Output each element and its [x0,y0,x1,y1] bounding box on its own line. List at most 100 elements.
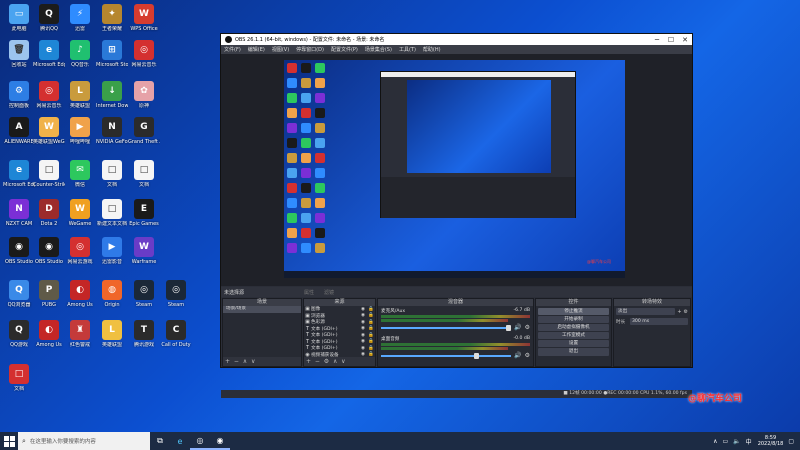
stop-streaming-button[interactable]: 停止推流 [538,307,609,316]
desktop-icon[interactable]: ♜ 红色警戒 [64,320,96,348]
taskbar-search[interactable]: ⌕ 在这里输入你要搜索的内容 [18,432,150,450]
desktop-icon[interactable]: ↓ Internet Downloader [96,81,128,109]
desktop-icon[interactable]: P PUBG [33,280,65,308]
start-button[interactable] [0,432,18,450]
desktop-icon[interactable]: L 英雄联盟 [64,81,96,109]
obs-taskbar-icon[interactable]: ◉ [210,432,230,450]
source-down-icon[interactable]: ∨ [341,358,345,365]
desktop-icon[interactable]: ✉ 微信 [64,160,96,188]
lock-icon[interactable]: 🔒 [367,320,375,325]
menu-edit[interactable]: 编辑(E) [248,46,265,53]
maximize-icon[interactable]: ☐ [664,36,678,44]
mic-settings-icon[interactable]: ⚙ [525,324,530,331]
desktop-icon[interactable]: W WeGame [64,199,96,227]
steam-taskbar-icon[interactable]: ◎ [190,432,210,450]
desktop-icon[interactable]: □ 新建文本文档 [96,199,128,227]
close-icon[interactable]: ✕ [678,36,692,44]
desktop-icon[interactable]: ✿ 原神 [128,81,160,109]
menu-file[interactable]: 文件(F) [224,46,241,53]
source-item[interactable]: T 文本 (GDI+) ◉ 🔒 [304,326,375,333]
desktop-icon[interactable]: Q QQ游戏 [3,320,35,348]
preview-area[interactable]: @聊汽车公司 [221,54,692,286]
start-recording-button[interactable]: 开始录制 [538,315,609,324]
transition-settings-icon[interactable]: ⚙ [684,309,688,315]
add-source-icon[interactable]: + [306,358,311,365]
transition-add-icon[interactable]: + [677,309,681,315]
ime-icon[interactable]: 中 [746,437,752,446]
desktop-icon[interactable]: N NVIDIA GeForce [96,117,128,145]
remove-source-icon[interactable]: − [315,358,320,365]
desktop-icon[interactable]: ◎ Steam [128,280,160,308]
add-scene-icon[interactable]: + [225,358,230,365]
desktop-icon[interactable]: ◉ OBS Studio [33,237,65,265]
source-item[interactable]: ▣ 浏览器 ◉ 🔒 [304,313,375,320]
desktop-icon[interactable]: ⚡ 迅雷 [64,4,96,32]
remove-scene-icon[interactable]: − [234,358,239,365]
desktop-icon[interactable]: □ 文档 [3,364,35,392]
desktop-icon[interactable]: ◐ Among Us [33,320,65,348]
notification-icon[interactable]: ▢ [788,438,794,445]
desktop-icon[interactable]: □ Counter-Strike [33,160,65,188]
visibility-icon[interactable]: ◉ [359,333,367,338]
move-down-icon[interactable]: ∨ [251,358,255,365]
desktop-icon[interactable]: D Dota 2 [33,199,65,227]
mic-mute-icon[interactable]: 🔊 [514,324,521,331]
desktop-icon[interactable]: ▶ 哔哩哔哩 [64,117,96,145]
menu-docks[interactable]: 停靠窗口(D) [296,46,324,53]
desktop-icon[interactable]: ⚙ 控制面板 [3,81,35,109]
visibility-icon[interactable]: ◉ [359,339,367,344]
desktop-icon[interactable]: ◎ 网易云音乐 [33,81,65,109]
network-icon[interactable]: ▭ [723,438,729,445]
desktop-icon[interactable]: T 腾讯游戏 [128,320,160,348]
desktop-icon[interactable]: N NZXT CAM [3,199,35,227]
exit-button[interactable]: 退出 [538,348,609,356]
task-view-icon[interactable]: ⧉ [150,432,170,450]
desktop-icon[interactable]: ▭ 此电脑 [3,4,35,32]
desktop-volume-knob[interactable] [473,352,479,359]
minimize-icon[interactable]: ─ [650,36,664,44]
visibility-icon[interactable]: ◉ [359,307,367,312]
mic-volume-slider[interactable] [381,324,512,331]
desktop-volume-slider[interactable] [381,352,512,359]
visibility-icon[interactable]: ◉ [359,346,367,351]
source-item[interactable]: T 文本 (GDI+) ◉ 🔒 [304,345,375,352]
preview-canvas[interactable]: @聊汽车公司 [284,60,625,278]
desktop-icon[interactable]: Q 腾讯QQ [33,4,65,32]
lock-icon[interactable]: 🔒 [367,333,375,338]
desktop-icon[interactable]: □ 文档 [128,160,160,188]
mic-volume-knob[interactable] [506,324,512,331]
lock-icon[interactable]: 🔒 [367,307,375,312]
move-up-icon[interactable]: ∧ [243,358,247,365]
desktop-icon[interactable]: W 英雄联盟WeGame [33,117,65,145]
source-item[interactable]: T 文本 (GDI+) ◉ 🔒 [304,339,375,346]
desktop-icon[interactable]: C Call of Duty [160,320,192,348]
menu-scene-collection[interactable]: 场景集合(S) [365,46,392,53]
transition-select[interactable]: 淡出 [616,308,676,315]
desktop-icon[interactable]: Q QQ浏览器 [3,280,35,308]
desktop-icon[interactable]: ◎ Steam [160,280,192,308]
lock-icon[interactable]: 🔒 [367,326,375,331]
menu-profile[interactable]: 配置文件(P) [331,46,358,53]
lock-icon[interactable]: 🔒 [367,346,375,351]
desktop-settings-icon[interactable]: ⚙ [525,352,530,359]
scene-item[interactable]: 场景/场景 [223,306,301,313]
desktop-mute-icon[interactable]: 🔊 [514,352,521,359]
settings-button[interactable]: 设置 [538,339,609,348]
desktop-icon[interactable]: ◎ 网易云音乐 [128,40,160,68]
source-up-icon[interactable]: ∧ [333,358,337,365]
desktop-icon[interactable]: ▶ 迅雷影音 [96,237,128,265]
visibility-icon[interactable]: ◉ [359,326,367,331]
tray-expand-icon[interactable]: ∧ [713,438,717,445]
desktop-icon[interactable]: ◐ Among Us [64,280,96,308]
desktop-icon[interactable]: ◉ OBS Studio [3,237,35,265]
source-item[interactable]: ▣ 色彩源 ◉ 🔒 [304,319,375,326]
studio-mode-button[interactable]: 工作室模式 [538,331,609,340]
lock-icon[interactable]: 🔒 [367,339,375,344]
source-item[interactable]: T 文本 (GDI+) ◉ 🔒 [304,332,375,339]
desktop-icon[interactable]: W Warframe [128,237,160,265]
menu-view[interactable]: 视图(V) [272,46,289,53]
duration-input[interactable]: 300 ms [630,318,688,325]
desktop-icon[interactable]: □ 文档 [96,160,128,188]
clock[interactable]: 8:59 2022/8/18 [758,435,784,447]
source-settings-icon[interactable]: ⚙ [324,358,329,365]
